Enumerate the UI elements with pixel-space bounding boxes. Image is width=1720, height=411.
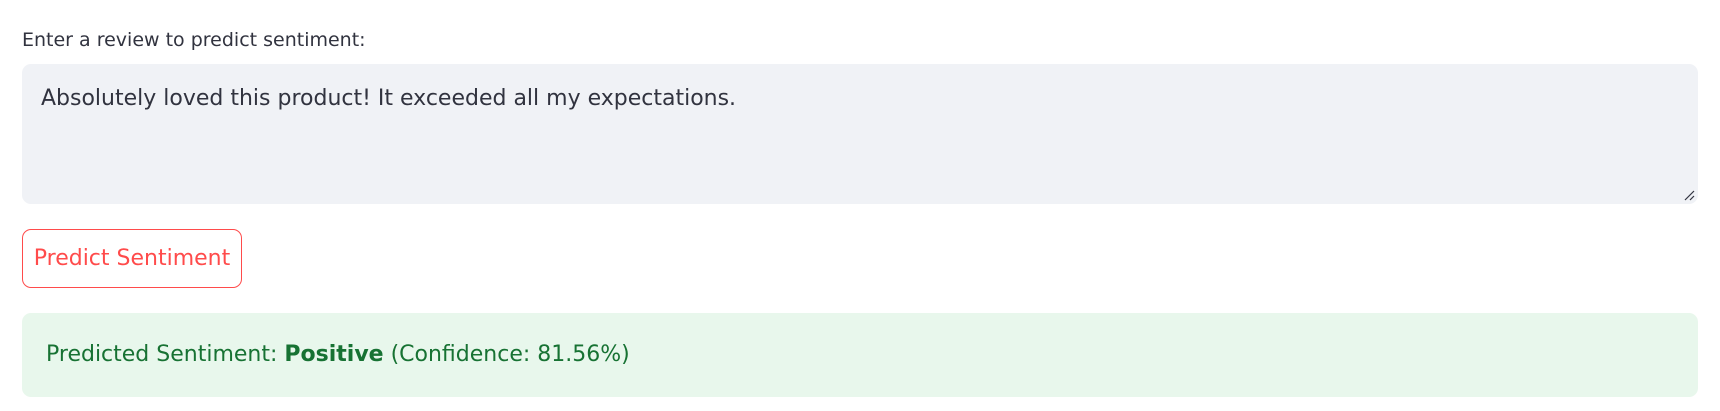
review-input-label: Enter a review to predict sentiment:	[22, 29, 366, 51]
resize-handle-icon[interactable]	[1683, 189, 1695, 201]
review-input[interactable]	[22, 64, 1698, 204]
result-sentiment: Positive	[284, 342, 384, 367]
prediction-result-alert: Predicted Sentiment: Positive (Confidenc…	[22, 313, 1698, 397]
result-confidence: (Confidence: 81.56%)	[383, 342, 630, 367]
app-container: Enter a review to predict sentiment: Pre…	[0, 0, 1720, 411]
review-input-container	[22, 64, 1698, 204]
predict-sentiment-button[interactable]: Predict Sentiment	[22, 229, 242, 288]
result-prefix: Predicted Sentiment:	[46, 342, 285, 367]
